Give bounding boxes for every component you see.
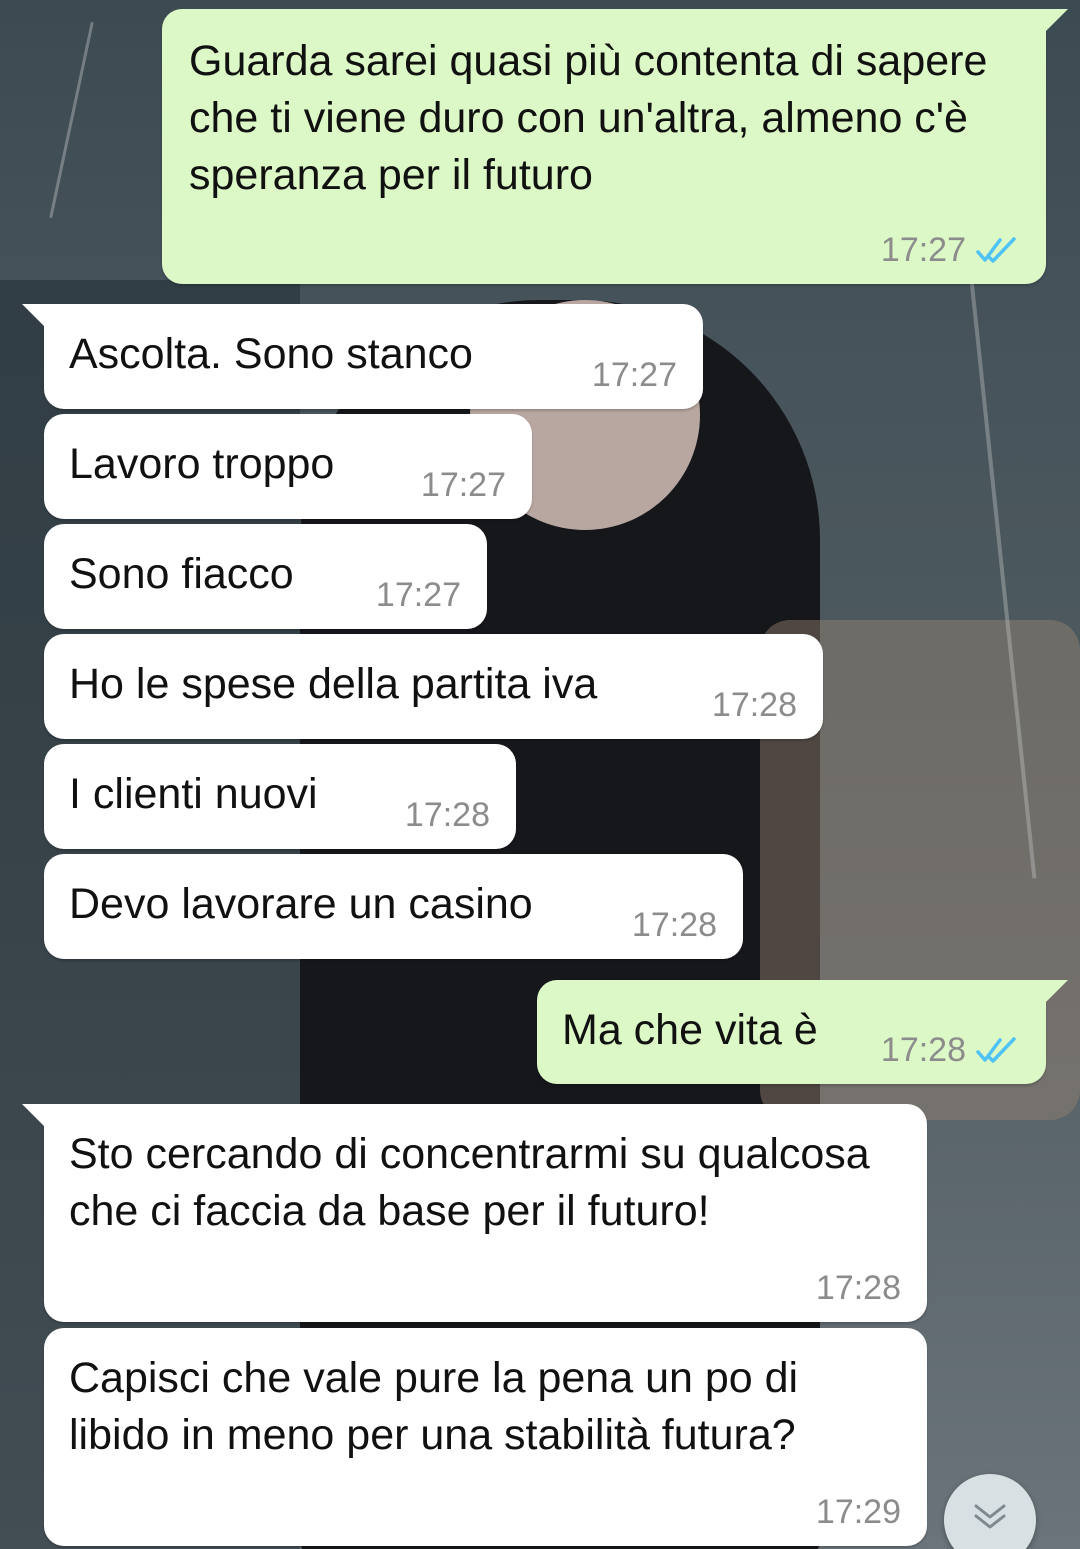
double-check-icon [976, 1036, 1020, 1064]
bubble-tail [22, 304, 56, 338]
message-outgoing[interactable]: Ma che vita è 17:28 [537, 980, 1068, 1084]
message-time: 17:28 [815, 1269, 901, 1307]
message-incoming[interactable]: I clienti nuovi 17:28 [44, 744, 516, 849]
chevron-down-icon [970, 1474, 1010, 1539]
chat-view[interactable]: Guarda sarei quasi più contenta di saper… [0, 0, 1080, 1549]
message-time: 17:28 [880, 1031, 966, 1069]
message-incoming[interactable]: Ascolta. Sono stanco 17:27 [22, 304, 703, 409]
wallpaper-branch [49, 21, 94, 219]
bubble-tail [1034, 9, 1068, 43]
message-time: 17:27 [880, 231, 966, 269]
message-incoming[interactable]: Devo lavorare un casino 17:28 [44, 854, 743, 959]
bubble-tail [1034, 980, 1068, 1014]
message-incoming[interactable]: Ho le spese della partita iva 17:28 [44, 634, 823, 739]
message-time: 17:27 [591, 356, 677, 394]
message-text: Ho le spese della partita iva [69, 660, 598, 708]
message-text: Guarda sarei quasi più contenta di saper… [189, 37, 1000, 199]
scroll-to-bottom-button[interactable] [944, 1474, 1036, 1549]
message-outgoing[interactable]: Guarda sarei quasi più contenta di saper… [162, 9, 1068, 284]
message-time: 17:29 [815, 1493, 901, 1531]
message-time: 17:27 [420, 466, 506, 504]
message-time: 17:27 [375, 576, 461, 614]
message-incoming[interactable]: Sto cercando di concentrarmi su qualcosa… [22, 1104, 927, 1322]
message-text: Sto cercando di concentrarmi su qualcosa… [69, 1130, 882, 1235]
message-incoming[interactable]: Capisci che vale pure la pena un po di l… [44, 1328, 927, 1546]
message-time: 17:28 [631, 906, 717, 944]
message-time: 17:28 [711, 686, 797, 724]
message-time: 17:28 [404, 796, 490, 834]
message-text: Capisci che vale pure la pena un po di l… [69, 1354, 811, 1459]
message-incoming[interactable]: Sono fiacco 17:27 [44, 524, 487, 629]
bubble-tail [22, 1104, 56, 1138]
wallpaper-branch [967, 261, 1037, 879]
message-incoming[interactable]: Lavoro troppo 17:27 [44, 414, 532, 519]
double-check-icon [976, 236, 1020, 264]
